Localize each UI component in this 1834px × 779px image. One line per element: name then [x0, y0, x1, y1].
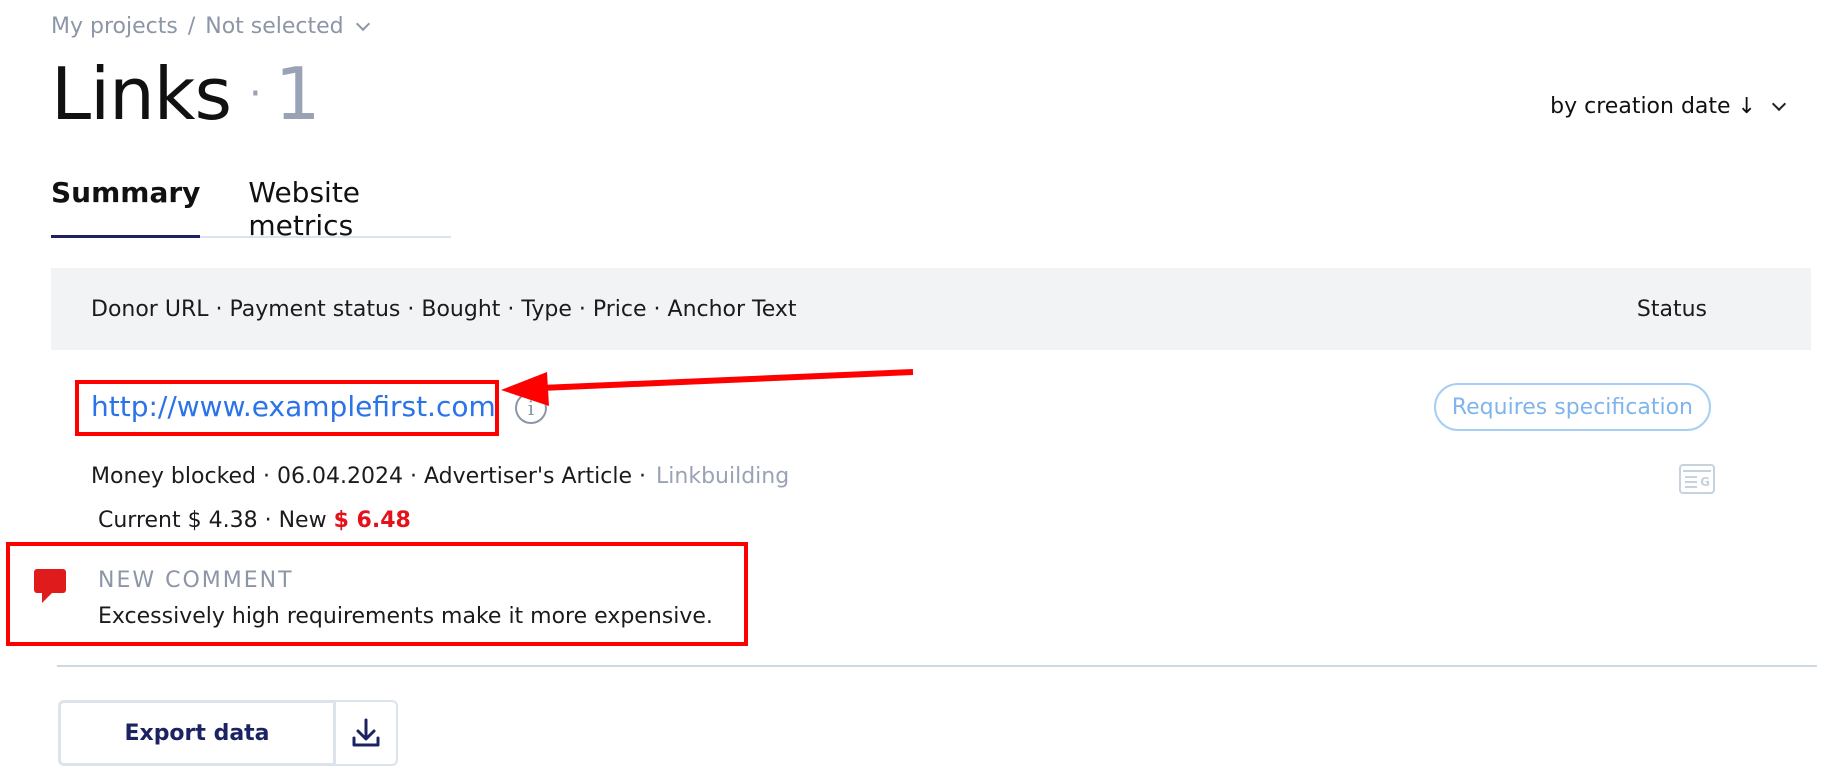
page-title: Links · 1 [51, 52, 320, 136]
export-group: Export data [58, 700, 398, 766]
comment-icon [34, 569, 66, 603]
price-new: $ 6.48 [333, 508, 411, 533]
table-status-label: Status [1636, 296, 1707, 322]
export-data-button[interactable]: Export data [58, 700, 336, 766]
table-columns-label: Donor URL · Payment status · Bought · Ty… [91, 296, 797, 322]
download-button[interactable] [336, 700, 398, 766]
links-count: 1 [274, 52, 321, 136]
link-meta-text: Money blocked · 06.04.2024 · Advertiser'… [91, 464, 647, 489]
breadcrumb-separator: / [187, 14, 196, 39]
price-prefix: Current $ 4.38 · New [98, 508, 327, 533]
status-badge[interactable]: Requires specification [1433, 383, 1711, 431]
comment-text: Excessively high requirements make it mo… [98, 604, 713, 629]
price-info: Current $ 4.38 · New $ 6.48 [98, 508, 411, 533]
title-dot: · [248, 71, 262, 117]
table-header: Donor URL · Payment status · Bought · Ty… [51, 268, 1811, 350]
breadcrumb: My projects / Not selected [51, 14, 370, 39]
page-title-text: Links [51, 52, 232, 136]
link-meta: Money blocked · 06.04.2024 · Advertiser'… [91, 464, 789, 489]
sort-label: by creation date ↓ [1550, 94, 1756, 119]
download-icon [352, 718, 380, 747]
tabs: Summary Website metrics [51, 176, 451, 242]
tab-website-metrics[interactable]: Website metrics [248, 176, 403, 242]
breadcrumb-project[interactable]: Not selected [205, 14, 343, 39]
sort-dropdown[interactable]: by creation date ↓ [1550, 94, 1787, 119]
tab-summary[interactable]: Summary [51, 176, 201, 238]
breadcrumb-root[interactable]: My projects [51, 14, 178, 39]
comment-label: NEW COMMENT [98, 568, 294, 593]
divider [57, 665, 1817, 667]
chevron-down-icon[interactable] [355, 16, 370, 31]
link-type[interactable]: Linkbuilding [656, 464, 789, 489]
arrow-annotation [501, 369, 914, 406]
donor-url-link[interactable]: http://www.examplefirst.com [91, 390, 496, 423]
chevron-down-icon [1771, 96, 1787, 111]
comment-highlight-box [6, 542, 748, 646]
document-icon[interactable]: G [1679, 464, 1715, 494]
